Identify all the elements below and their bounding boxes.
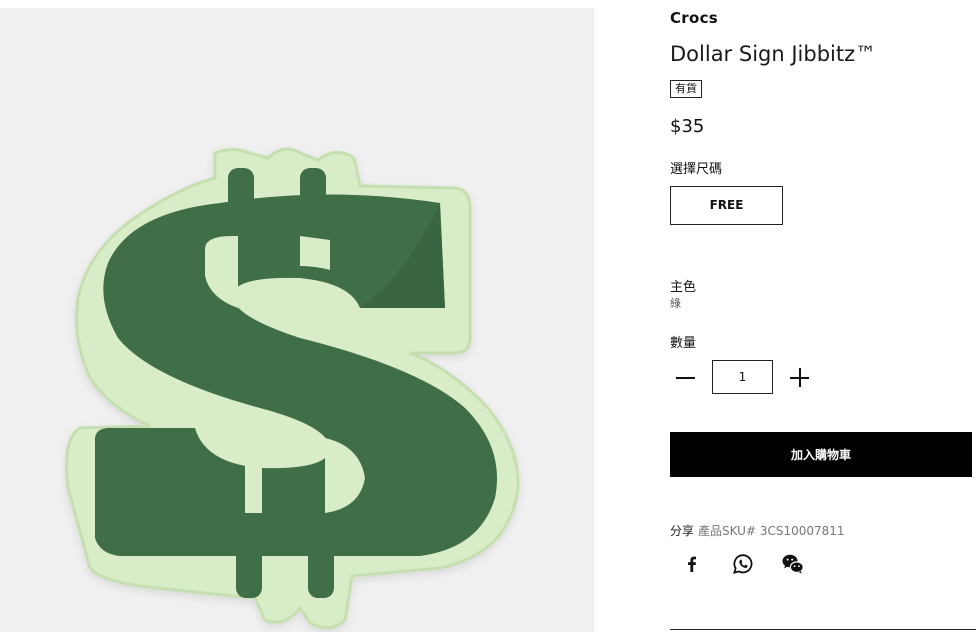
dollar-sign-jibbitz-image: [65, 147, 520, 630]
facebook-icon[interactable]: [680, 552, 704, 576]
product-price: $35: [670, 116, 705, 137]
size-label: 選擇尺碼: [670, 162, 723, 177]
product-info-panel: Crocs Dollar Sign Jibbitz™ 有貨 $35 選擇尺碼 F…: [670, 0, 976, 632]
whatsapp-icon[interactable]: [731, 552, 755, 576]
wechat-icon[interactable]: [781, 552, 805, 576]
product-page: Crocs Dollar Sign Jibbitz™ 有貨 $35 選擇尺碼 F…: [0, 0, 976, 632]
product-image: [0, 8, 594, 632]
quantity-increase-button[interactable]: [788, 364, 812, 392]
product-title: Dollar Sign Jibbitz™: [670, 42, 877, 66]
size-option-free[interactable]: FREE: [670, 186, 783, 225]
stock-badge: 有貨: [670, 80, 702, 98]
color-label: 主色: [670, 280, 697, 295]
share-label: 分享: [670, 524, 695, 538]
product-sku: 產品SKU# 3CS10007811: [698, 524, 845, 538]
divider: [670, 629, 976, 630]
share-row: 分享 產品SKU# 3CS10007811: [670, 522, 845, 539]
quantity-input[interactable]: [712, 360, 773, 394]
quantity-label: 數量: [670, 336, 697, 351]
quantity-decrease-button[interactable]: [674, 364, 698, 392]
brand-name: Crocs: [670, 9, 719, 27]
add-to-cart-button[interactable]: 加入購物車: [670, 432, 972, 477]
color-value: 綠: [670, 297, 681, 310]
